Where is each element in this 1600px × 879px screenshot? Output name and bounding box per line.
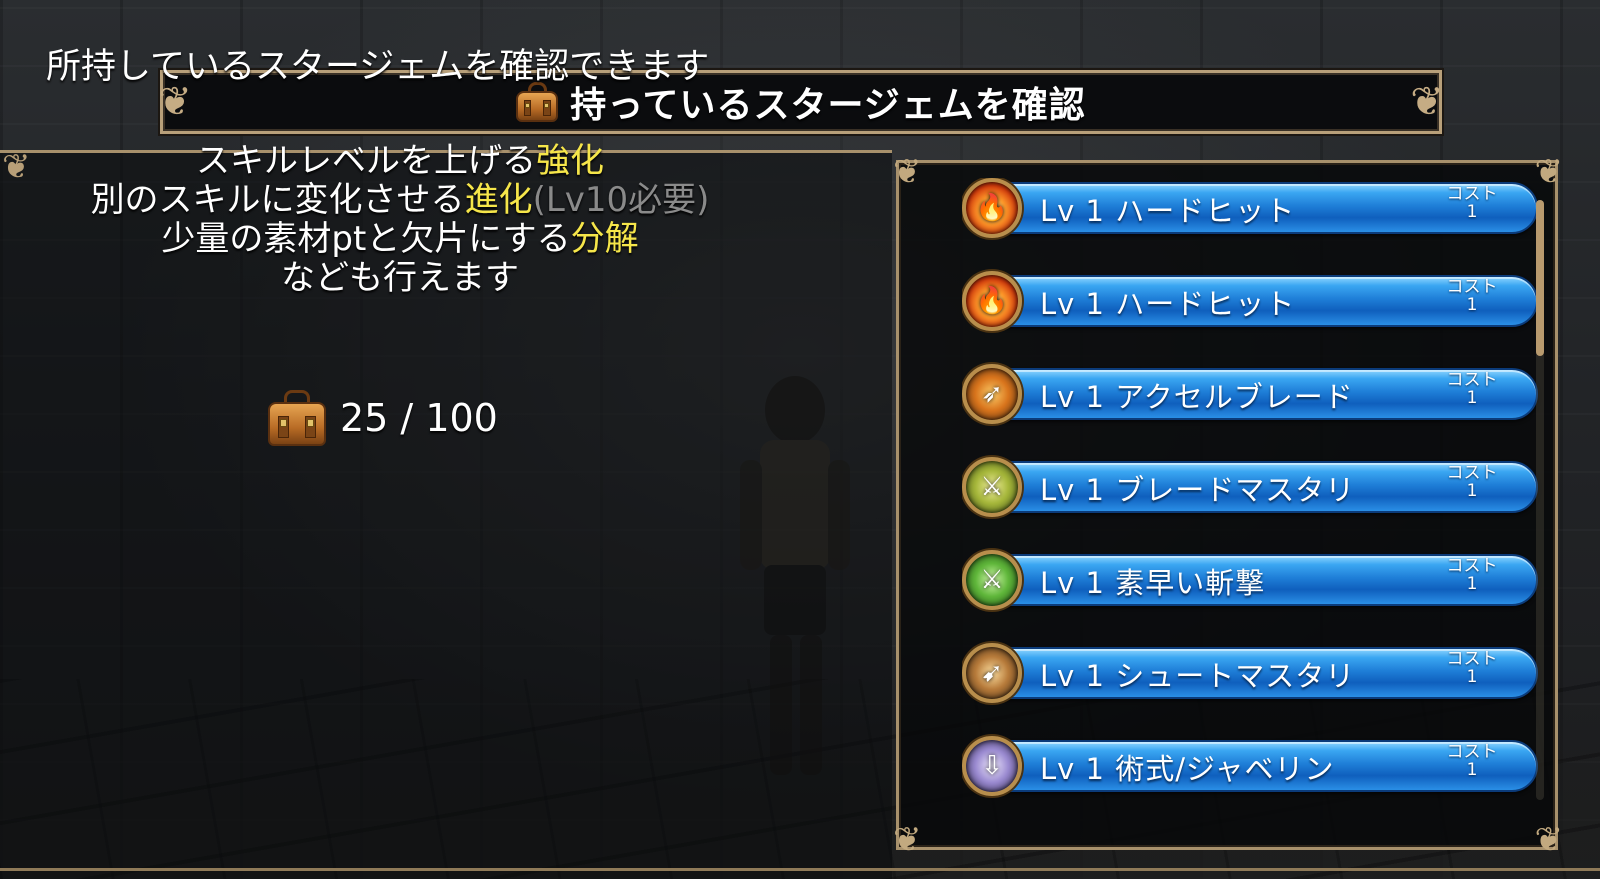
gem-list-scrollbar[interactable] xyxy=(1536,200,1544,800)
gem-cost: コスト 1 xyxy=(1442,185,1502,221)
keyword-dismantle: 分解 xyxy=(570,219,639,259)
ornament-corner: ❦ xyxy=(893,820,922,860)
gem-item-label: Lv 1 ハードヒット xyxy=(1040,281,1295,323)
gem-count: 25 / 100 xyxy=(340,396,498,440)
gem-item[interactable]: ⇩ Lv 1 術式/ジャベリン コスト 1 xyxy=(962,736,1538,796)
gem-item-label: Lv 1 術式/ジャベリン xyxy=(1040,746,1335,788)
javelin-icon: ⇩ xyxy=(962,736,1022,796)
gem-capacity: 25 / 100 xyxy=(268,388,498,448)
bag-icon xyxy=(268,390,326,446)
sword-icon-glyph: ⚔ xyxy=(980,472,1004,502)
gem-level: Lv 1 xyxy=(1040,380,1105,414)
gem-item-label: Lv 1 ハードヒット xyxy=(1040,188,1295,230)
gem-item[interactable]: ➹ Lv 1 シュートマスタリ コスト 1 xyxy=(962,643,1538,703)
gem-name: アクセルブレード xyxy=(1115,380,1354,414)
description: スキルレベルを上げる強化 別のスキルに変化させる進化(Lv10必要) 少量の素材… xyxy=(80,142,720,298)
gem-item-label: Lv 1 ブレードマスタリ xyxy=(1040,467,1355,509)
dash-blade-icon-glyph: ➶ xyxy=(981,379,1003,409)
fire-icon-glyph: 🔥 xyxy=(975,193,1009,223)
dash-blade-icon: ➶ xyxy=(962,364,1022,424)
description-line-evolve: 別のスキルに変化させる進化(Lv10必要) xyxy=(90,180,710,220)
fire-icon-glyph: 🔥 xyxy=(975,286,1009,316)
gem-name: シュートマスタリ xyxy=(1115,659,1356,693)
gem-item-label: Lv 1 シュートマスタリ xyxy=(1040,653,1355,695)
gem-item[interactable]: ⚔ Lv 1 素早い斬撃 コスト 1 xyxy=(962,550,1538,610)
gem-level: Lv 1 xyxy=(1040,473,1105,507)
gem-cost-label: コスト xyxy=(1446,742,1498,762)
description-line-enhance: スキルレベルを上げる強化 xyxy=(196,141,604,181)
gem-item-label: Lv 1 アクセルブレード xyxy=(1040,374,1354,416)
ornament-corner: ❦ xyxy=(2,147,31,187)
gem-cost-value: 1 xyxy=(1466,481,1478,501)
gem-level: Lv 1 xyxy=(1040,287,1105,321)
gem-item-label: Lv 1 素早い斬撃 xyxy=(1040,560,1265,602)
gem-level: Lv 1 xyxy=(1040,566,1105,600)
gem-cost: コスト 1 xyxy=(1442,371,1502,407)
scrollbar-thumb[interactable] xyxy=(1536,200,1544,356)
gem-item[interactable]: ➶ Lv 1 アクセルブレード コスト 1 xyxy=(962,364,1538,424)
sword-icon: ⚔ xyxy=(962,457,1022,517)
gem-name: 術式/ジャベリン xyxy=(1115,752,1335,786)
gem-cost-value: 1 xyxy=(1466,760,1478,780)
gem-name: 素早い斬撃 xyxy=(1115,566,1266,600)
gem-cost-label: コスト xyxy=(1446,370,1498,390)
gem-name: ブレードマスタリ xyxy=(1115,473,1356,507)
gem-cost: コスト 1 xyxy=(1442,464,1502,500)
gem-item[interactable]: 🔥 Lv 1 ハードヒット コスト 1 xyxy=(962,271,1538,331)
gem-item[interactable]: 🔥 Lv 1 ハードヒット コスト 1 xyxy=(962,178,1538,238)
gem-cost-value: 1 xyxy=(1466,388,1478,408)
gem-name: ハードヒット xyxy=(1115,287,1296,321)
intro-text: 所持しているスタージェムを確認できます xyxy=(46,47,710,87)
description-line-other: なども行えます xyxy=(281,258,519,298)
gem-item[interactable]: ⚔ Lv 1 ブレードマスタリ コスト 1 xyxy=(962,457,1538,517)
bow-icon: ➹ xyxy=(962,643,1022,703)
keyword-enhance: 強化 xyxy=(536,141,604,181)
gem-list: 🔥 Lv 1 ハードヒット コスト 1 🔥 Lv 1 ハードヒット コスト 1 ➶ Lv 1 アク… xyxy=(962,178,1542,848)
fire-icon: 🔥 xyxy=(962,178,1022,238)
gem-cost: コスト 1 xyxy=(1442,743,1502,779)
swift-slash-icon: ⚔ xyxy=(962,550,1022,610)
gem-cost-label: コスト xyxy=(1446,184,1498,204)
gem-cost-value: 1 xyxy=(1466,667,1478,687)
gem-cost-label: コスト xyxy=(1446,556,1498,576)
gem-name: ハードヒット xyxy=(1115,194,1296,228)
ornament-corner-right: ❦ xyxy=(1410,79,1444,125)
gem-level: Lv 1 xyxy=(1040,194,1105,228)
gem-cost: コスト 1 xyxy=(1442,278,1502,314)
description-line-dismantle: 少量の素材ptと欠片にする分解 xyxy=(161,219,639,259)
bow-icon-glyph: ➹ xyxy=(981,658,1003,688)
gem-cost: コスト 1 xyxy=(1442,650,1502,686)
gem-cost: コスト 1 xyxy=(1442,557,1502,593)
swift-slash-icon-glyph: ⚔ xyxy=(980,565,1004,595)
bottom-border xyxy=(0,868,1600,871)
javelin-icon-glyph: ⇩ xyxy=(981,751,1003,781)
fire-icon: 🔥 xyxy=(962,271,1022,331)
gem-level: Lv 1 xyxy=(1040,659,1105,693)
gem-cost-value: 1 xyxy=(1466,202,1478,222)
gem-cost-label: コスト xyxy=(1446,463,1498,483)
gem-cost-value: 1 xyxy=(1466,295,1478,315)
keyword-evolve: 進化 xyxy=(464,180,533,220)
gem-cost-label: コスト xyxy=(1446,277,1498,297)
gem-level: Lv 1 xyxy=(1040,752,1105,786)
evolve-requirement: (Lv10必要) xyxy=(532,180,710,220)
gem-cost-value: 1 xyxy=(1466,574,1478,594)
ornament-corner: ❦ xyxy=(893,152,922,192)
gem-cost-label: コスト xyxy=(1446,649,1498,669)
